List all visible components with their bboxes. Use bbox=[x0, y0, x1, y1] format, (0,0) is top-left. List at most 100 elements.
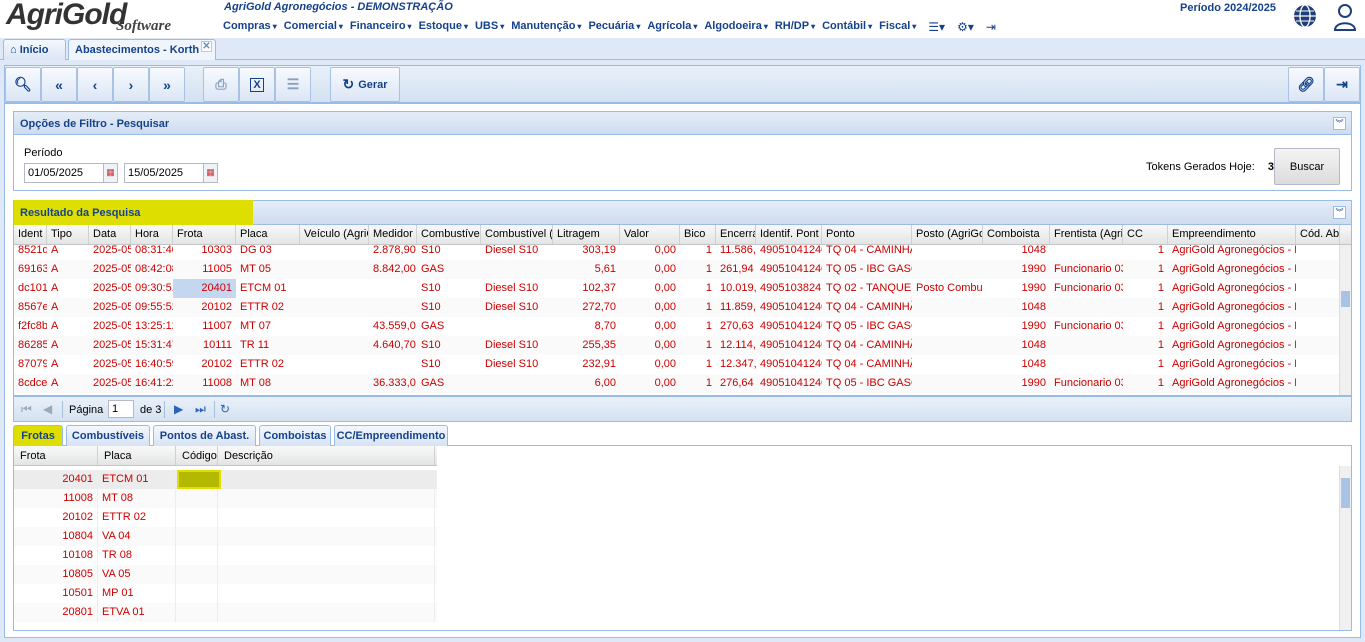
hamburger-icon[interactable]: ☰▾ bbox=[922, 20, 951, 34]
table-cell[interactable] bbox=[218, 470, 435, 489]
tab-comboistas[interactable]: Comboistas bbox=[259, 425, 331, 446]
tab-abastecimentos[interactable]: Abastecimentos - Korth ✕ bbox=[68, 39, 216, 60]
table-row[interactable]: 10804 VA 04 bbox=[14, 527, 437, 546]
exit-icon[interactable]: ⇥ bbox=[980, 20, 1002, 34]
last-button[interactable]: » bbox=[149, 67, 185, 102]
table-row[interactable]: 20401 ETCM 01 bbox=[14, 470, 437, 489]
column-header[interactable]: Ponto bbox=[822, 225, 912, 244]
table-cell[interactable] bbox=[218, 546, 435, 565]
menu-pecu-ria[interactable]: Pecuária ▾ bbox=[587, 20, 646, 34]
next-page-icon[interactable]: ▶︎ bbox=[174, 402, 183, 416]
table-row[interactable]: 10501 MP 01 bbox=[14, 584, 437, 603]
refresh-icon[interactable]: ↻ bbox=[220, 402, 230, 416]
table-row[interactable]: f2fc8b A 2025-05- 13:25:12 11007 MT 07 43.559,… bbox=[14, 317, 1341, 336]
table-cell[interactable] bbox=[176, 584, 218, 603]
table-cell[interactable] bbox=[176, 508, 218, 527]
prev-button[interactable]: ‹ bbox=[77, 67, 113, 102]
column-header[interactable]: Placa bbox=[98, 446, 176, 465]
frotas-scrollbar[interactable] bbox=[1339, 466, 1351, 630]
column-header[interactable]: Identif. Pont bbox=[756, 225, 822, 244]
column-header[interactable]: Medidor bbox=[369, 225, 417, 244]
search-button[interactable]: 🔍︎ bbox=[5, 67, 41, 102]
collapse-icon[interactable]: ︾ bbox=[1333, 206, 1346, 219]
menu-algodoeira[interactable]: Algodoeira ▾ bbox=[703, 20, 773, 34]
table-row[interactable]: 8521d9 A 2025-05- 08:31:40 10303 DG 03 2.878,9… bbox=[14, 245, 1341, 260]
table-cell[interactable] bbox=[218, 603, 435, 622]
table-row[interactable]: 11008 MT 08 bbox=[14, 489, 437, 508]
column-header[interactable]: Veículo (AgriG bbox=[300, 225, 369, 244]
column-header[interactable]: Posto (AgriGol bbox=[912, 225, 983, 244]
menu-estoque[interactable]: Estoque ▾ bbox=[418, 20, 474, 34]
column-header[interactable]: Valor bbox=[620, 225, 680, 244]
column-header[interactable]: Litragem bbox=[553, 225, 620, 244]
table-row[interactable]: dc101e A 2025-05- 09:30:5120401 ETCM 01 S10 Di… bbox=[14, 279, 1341, 298]
column-header[interactable]: Data bbox=[89, 225, 131, 244]
last-page-icon[interactable]: ⏭︎ bbox=[195, 402, 206, 417]
column-header[interactable]: Frentista (Agri bbox=[1050, 225, 1123, 244]
table-row[interactable]: 691630 A 2025-05- 08:42:08 11005 MT 05 8.842,0… bbox=[14, 260, 1341, 279]
calendar-icon[interactable]: ▦ bbox=[203, 163, 218, 183]
column-header[interactable]: Combustível ( bbox=[481, 225, 553, 244]
buscar-button[interactable]: Buscar bbox=[1274, 148, 1340, 185]
table-cell[interactable] bbox=[176, 565, 218, 584]
menu-compras[interactable]: Compras ▾ bbox=[222, 20, 283, 34]
agrigold-logo[interactable]: AgriGold Software bbox=[4, 0, 216, 38]
table-cell[interactable] bbox=[218, 584, 435, 603]
table-row[interactable]: 8567ee A 2025-05- 09:55:52 20102 ETTR 02 S10 Di… bbox=[14, 298, 1341, 317]
table-row[interactable]: 20801 ETVA 01 bbox=[14, 603, 437, 622]
menu-fiscal[interactable]: Fiscal ▾ bbox=[878, 20, 922, 34]
tab-combust-veis[interactable]: Combustíveis bbox=[66, 425, 150, 446]
user-icon[interactable] bbox=[1333, 3, 1357, 31]
settings-icon[interactable]: ⚙▾ bbox=[951, 20, 980, 34]
exit-button[interactable]: ⇥ bbox=[1324, 67, 1360, 102]
scroll-thumb[interactable] bbox=[1341, 291, 1350, 307]
print-button[interactable]: ⎙ bbox=[203, 67, 239, 102]
column-header[interactable]: Hora bbox=[131, 225, 173, 244]
results-scrollbar[interactable] bbox=[1339, 245, 1351, 395]
column-header[interactable]: Bico bbox=[680, 225, 716, 244]
menu-financeiro[interactable]: Financeiro ▾ bbox=[349, 20, 418, 34]
menu-agr-cola[interactable]: Agrícola ▾ bbox=[646, 20, 703, 34]
column-header[interactable]: CC bbox=[1123, 225, 1168, 244]
page-input[interactable]: 1 bbox=[108, 400, 134, 418]
menu-cont-bil[interactable]: Contábil ▾ bbox=[821, 20, 878, 34]
excel-button[interactable]: X bbox=[239, 67, 275, 102]
column-header[interactable]: Ident bbox=[14, 225, 47, 244]
scroll-thumb[interactable] bbox=[1341, 478, 1350, 508]
table-row[interactable]: 862858 A 2025-05- 15:31:47 10111 TR 11 4.640,7… bbox=[14, 336, 1341, 355]
column-header[interactable]: Frota bbox=[14, 446, 98, 465]
table-cell[interactable] bbox=[218, 489, 435, 508]
table-row[interactable]: 10805 VA 05 bbox=[14, 565, 437, 584]
column-header[interactable]: Código bbox=[176, 446, 218, 465]
table-cell[interactable] bbox=[218, 565, 435, 584]
globe-icon[interactable] bbox=[1292, 3, 1318, 29]
table-cell[interactable] bbox=[218, 508, 435, 527]
table-row[interactable]: 8cdce1 A 2025-05- 16:41:22 11008 MT 08 36.333,… bbox=[14, 374, 1341, 393]
tab-inicio[interactable]: ⌂ Início bbox=[3, 39, 66, 60]
column-header[interactable]: Combustível bbox=[417, 225, 481, 244]
menu-comercial[interactable]: Comercial ▾ bbox=[283, 20, 349, 34]
date-to-field[interactable]: 15/05/2025 ▦ bbox=[124, 163, 218, 183]
column-header[interactable]: Placa bbox=[236, 225, 300, 244]
checklist-button[interactable]: ☰ bbox=[275, 67, 311, 102]
link-button[interactable]: 🔗︎ bbox=[1288, 67, 1324, 102]
column-header[interactable]: Empreendimento bbox=[1168, 225, 1296, 244]
table-cell[interactable] bbox=[176, 546, 218, 565]
codigo-edit-cell[interactable] bbox=[177, 470, 221, 489]
menu-rh-dp[interactable]: RH/DP ▾ bbox=[774, 20, 821, 34]
gerar-button[interactable]: ↻ Gerar bbox=[330, 67, 400, 102]
column-header[interactable]: Encerra bbox=[716, 225, 756, 244]
close-icon[interactable]: ✕ bbox=[201, 41, 212, 52]
column-header[interactable]: Descrição bbox=[218, 446, 435, 465]
date-from-field[interactable]: 01/05/2025 ▦ bbox=[24, 163, 118, 183]
next-button[interactable]: › bbox=[113, 67, 149, 102]
table-row[interactable]: 870797 A 2025-05- 16:40:59 20102 ETTR 02 S10 Di… bbox=[14, 355, 1341, 374]
column-header[interactable]: Cód. Ab bbox=[1296, 225, 1340, 244]
tab-frotas[interactable]: Frotas bbox=[13, 425, 63, 446]
column-header[interactable]: Comboista bbox=[983, 225, 1050, 244]
tab-cc-empreendimento[interactable]: CC/Empreendimento bbox=[334, 425, 448, 446]
table-cell[interactable] bbox=[176, 603, 218, 622]
first-page-icon[interactable]: ⏮︎ bbox=[21, 402, 32, 417]
table-cell[interactable] bbox=[218, 527, 435, 546]
tab-pontos-de-abast-[interactable]: Pontos de Abast. bbox=[153, 425, 256, 446]
